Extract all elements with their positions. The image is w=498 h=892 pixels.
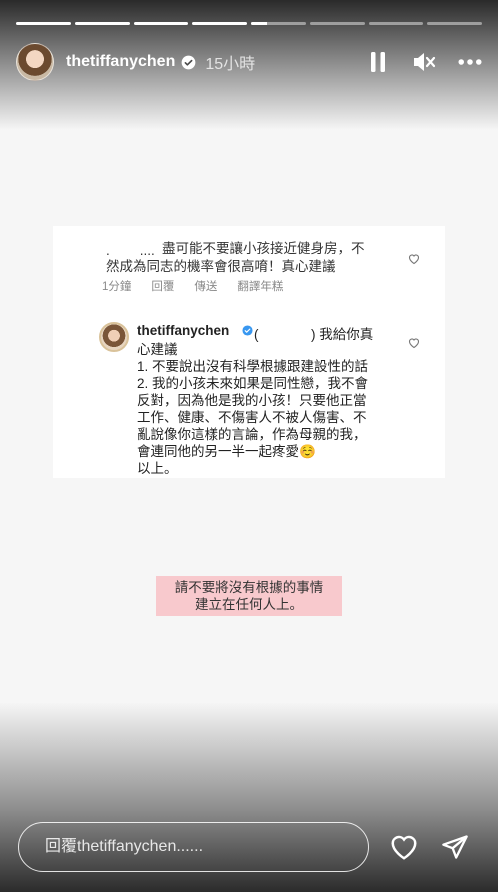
reply-input[interactable] — [43, 837, 368, 857]
comment-obscured-user: . .... — [106, 243, 155, 258]
send-icon[interactable] — [440, 832, 470, 862]
reply-line: 會連同他的另一半一起疼愛☺️ — [137, 444, 316, 459]
reply-mention: ( ) 我給你真 — [254, 327, 374, 342]
reply-avatar — [99, 322, 129, 352]
progress-segment — [427, 22, 482, 25]
post-time: 15小時 — [205, 56, 256, 73]
progress-segment — [16, 22, 71, 25]
reply-line: 以上。 — [137, 461, 178, 476]
comment-meta-item: 回覆 — [151, 281, 175, 293]
progress-segment — [251, 22, 306, 25]
heart-icon — [408, 252, 420, 265]
story-progress — [16, 22, 482, 25]
comment-meta: 1分鐘 回覆 傳送 翻譯年糕 — [102, 278, 283, 294]
story-header: thetiffanychen 15小時 — [16, 42, 482, 82]
avatar[interactable] — [16, 43, 54, 81]
caption-line: 請不要將沒有根據的事情 — [174, 580, 324, 595]
reply-line: 1. 不要說出沒有科學根據跟建設性的話 — [137, 359, 369, 374]
verified-badge-icon — [242, 323, 253, 336]
reply-text: 心建議 1. 不要說出沒有科學根據跟建設性的話 2. 我的小孩未來如果是同性戀，… — [137, 341, 417, 477]
comment-meta-item: 翻譯年糕 — [237, 281, 284, 293]
progress-segment — [192, 22, 247, 25]
comment-text-line1: 盡可能不要讓小孩接近健身房，不 — [162, 241, 365, 256]
verified-badge-icon — [181, 55, 196, 70]
reply-line: 反對，因為他是我的小孩！只要他正當 — [137, 393, 367, 408]
username[interactable]: thetiffanychen — [66, 53, 175, 71]
reply-line: 亂說像你這樣的言論，作為母親的我， — [137, 427, 367, 442]
progress-segment — [133, 22, 189, 25]
story-viewer: thetiffanychen 15小時 . .... 盡可能不要讓小孩接近健身房… — [0, 0, 498, 892]
reply-line: 工作、健康、不傷害人不被人傷害、不 — [137, 410, 367, 425]
pause-icon[interactable] — [366, 50, 390, 74]
reply-username: thetiffanychen — [137, 323, 230, 338]
like-heart-icon[interactable] — [389, 832, 419, 862]
reply-line: 2. 我的小孩未來如果是同性戀，我不會 — [137, 376, 369, 391]
reply-field[interactable] — [18, 822, 369, 872]
mute-icon[interactable] — [412, 50, 436, 74]
reply-line: 心建議 — [137, 342, 178, 357]
caption-line: 建立在任何人上。 — [195, 597, 303, 612]
comment-meta-item: 傳送 — [194, 281, 218, 293]
progress-segment — [309, 22, 365, 25]
more-options-icon[interactable] — [458, 50, 482, 74]
story-caption: 請不要將沒有根據的事情 建立在任何人上。 — [156, 576, 342, 616]
progress-segment — [74, 22, 130, 25]
comment-text-line2: 然成為同志的機率會很高唷！真心建議 — [106, 259, 336, 274]
comment-meta-item: 1分鐘 — [102, 281, 132, 293]
heart-icon — [408, 336, 420, 349]
progress-segment — [368, 22, 424, 25]
